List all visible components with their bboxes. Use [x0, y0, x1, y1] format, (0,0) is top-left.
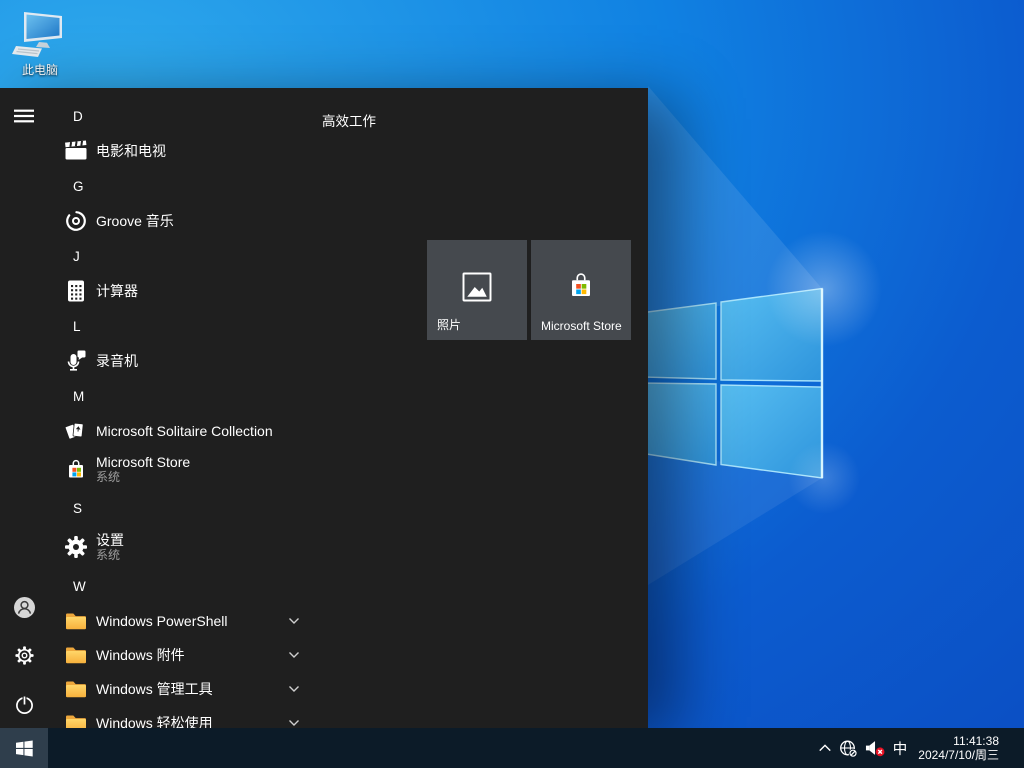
app-item-windows-powershell[interactable]: Windows PowerShell	[48, 604, 320, 638]
gear-icon	[64, 535, 88, 559]
clock-date: 2024/7/10/周三	[918, 748, 999, 762]
taskbar: 中 11:41:38 2024/7/10/周三	[0, 728, 1024, 768]
network-status-button[interactable]	[839, 739, 858, 758]
folder-icon	[64, 711, 88, 728]
ime-indicator[interactable]: 中	[893, 738, 908, 759]
store-bag-icon	[64, 457, 88, 481]
tiles-pane: 高效工作 照片	[322, 88, 648, 728]
voice-recorder-icon	[64, 349, 88, 373]
section-letter-label: J	[73, 249, 80, 264]
app-item-voice-recorder[interactable]: 录音机	[48, 344, 320, 378]
app-item-movies-tv[interactable]: 电影和电视	[48, 134, 320, 168]
app-list: D 电影和电视 G	[48, 88, 320, 728]
section-letter-label: L	[73, 319, 81, 334]
chevron-down-icon[interactable]	[288, 617, 300, 625]
app-item-solitaire[interactable]: Microsoft Solitaire Collection	[48, 414, 320, 448]
app-item-label: 录音机	[96, 351, 138, 371]
power-icon	[14, 694, 35, 715]
start-button[interactable]	[0, 728, 48, 768]
app-item-label: Microsoft Solitaire Collection	[96, 423, 273, 439]
app-item-label: Windows PowerShell	[96, 613, 228, 629]
screen: 此电脑	[0, 0, 1024, 768]
folder-icon	[64, 643, 88, 667]
chevron-down-icon[interactable]	[288, 651, 300, 659]
section-letter-s[interactable]: S	[48, 490, 320, 526]
user-avatar-icon	[13, 596, 36, 619]
app-item-label: 设置	[96, 532, 124, 548]
start-menu-rail	[0, 88, 48, 728]
speaker-muted-icon	[865, 739, 886, 757]
show-hidden-icons-button[interactable]	[818, 743, 832, 753]
store-bag-icon	[563, 269, 599, 305]
desktop-icon-label: 此电脑	[6, 61, 74, 78]
section-letter-l[interactable]: L	[48, 308, 320, 344]
windows-logo-icon	[16, 740, 33, 757]
solitaire-cards-icon	[64, 419, 88, 443]
tile-group-header[interactable]: 高效工作	[322, 110, 376, 130]
section-letter-label: M	[73, 389, 84, 404]
taskbar-clock[interactable]: 11:41:38 2024/7/10/周三	[918, 734, 999, 762]
app-item-windows-accessories[interactable]: Windows 附件	[48, 638, 320, 672]
settings-button[interactable]	[0, 635, 48, 675]
section-letter-d[interactable]: D	[48, 98, 320, 134]
tile-photos[interactable]: 照片	[427, 240, 527, 340]
calculator-icon	[64, 279, 88, 303]
chevron-up-icon	[818, 743, 832, 753]
expand-menu-button[interactable]	[0, 96, 48, 136]
movies-tv-icon	[64, 139, 88, 163]
app-item-label: Windows 轻松使用	[96, 713, 213, 728]
app-item-label: Groove 音乐	[96, 211, 174, 231]
app-item-sublabel: 系统	[96, 470, 190, 484]
folder-icon	[64, 677, 88, 701]
user-account-button[interactable]	[0, 587, 48, 627]
app-item-sublabel: 系统	[96, 548, 124, 562]
section-letter-j[interactable]: J	[48, 238, 320, 274]
section-letter-label: D	[73, 109, 83, 124]
system-tray: 中 11:41:38 2024/7/10/周三	[818, 728, 1024, 768]
globe-no-internet-icon	[839, 739, 858, 758]
tile-label: 照片	[437, 316, 461, 333]
start-menu: D 电影和电视 G	[0, 88, 648, 728]
app-item-label: Microsoft Store	[96, 454, 190, 470]
hamburger-icon	[13, 109, 35, 123]
section-letter-w[interactable]: W	[48, 568, 320, 604]
app-item-windows-ease-of-access[interactable]: Windows 轻松使用	[48, 706, 320, 728]
tile-label: Microsoft Store	[541, 319, 622, 333]
clock-time: 11:41:38	[918, 734, 999, 748]
app-item-label: Windows 附件	[96, 645, 185, 665]
chevron-down-icon[interactable]	[288, 685, 300, 693]
gear-icon	[14, 645, 35, 666]
computer-icon	[12, 10, 68, 60]
section-letter-label: S	[73, 501, 82, 516]
app-item-windows-admin-tools[interactable]: Windows 管理工具	[48, 672, 320, 706]
groove-music-icon	[64, 209, 88, 233]
section-letter-g[interactable]: G	[48, 168, 320, 204]
app-item-label: 电影和电视	[96, 141, 166, 161]
app-item-label: 计算器	[96, 281, 138, 301]
folder-icon	[64, 609, 88, 633]
app-item-settings[interactable]: 设置 系统	[48, 526, 320, 568]
photos-icon	[459, 269, 495, 305]
app-item-microsoft-store[interactable]: Microsoft Store 系统	[48, 448, 320, 490]
section-letter-label: W	[73, 579, 86, 594]
tiles-row: 照片 Microsoft Store	[427, 240, 631, 340]
section-letter-label: G	[73, 179, 84, 194]
section-letter-m[interactable]: M	[48, 378, 320, 414]
tile-microsoft-store[interactable]: Microsoft Store	[531, 240, 631, 340]
app-item-label: Windows 管理工具	[96, 679, 213, 699]
volume-button[interactable]	[865, 739, 886, 757]
desktop-icon-this-pc[interactable]: 此电脑	[6, 10, 74, 78]
power-button[interactable]	[0, 684, 48, 724]
chevron-down-icon[interactable]	[288, 719, 300, 727]
app-item-groove-music[interactable]: Groove 音乐	[48, 204, 320, 238]
app-item-calculator[interactable]: 计算器	[48, 274, 320, 308]
